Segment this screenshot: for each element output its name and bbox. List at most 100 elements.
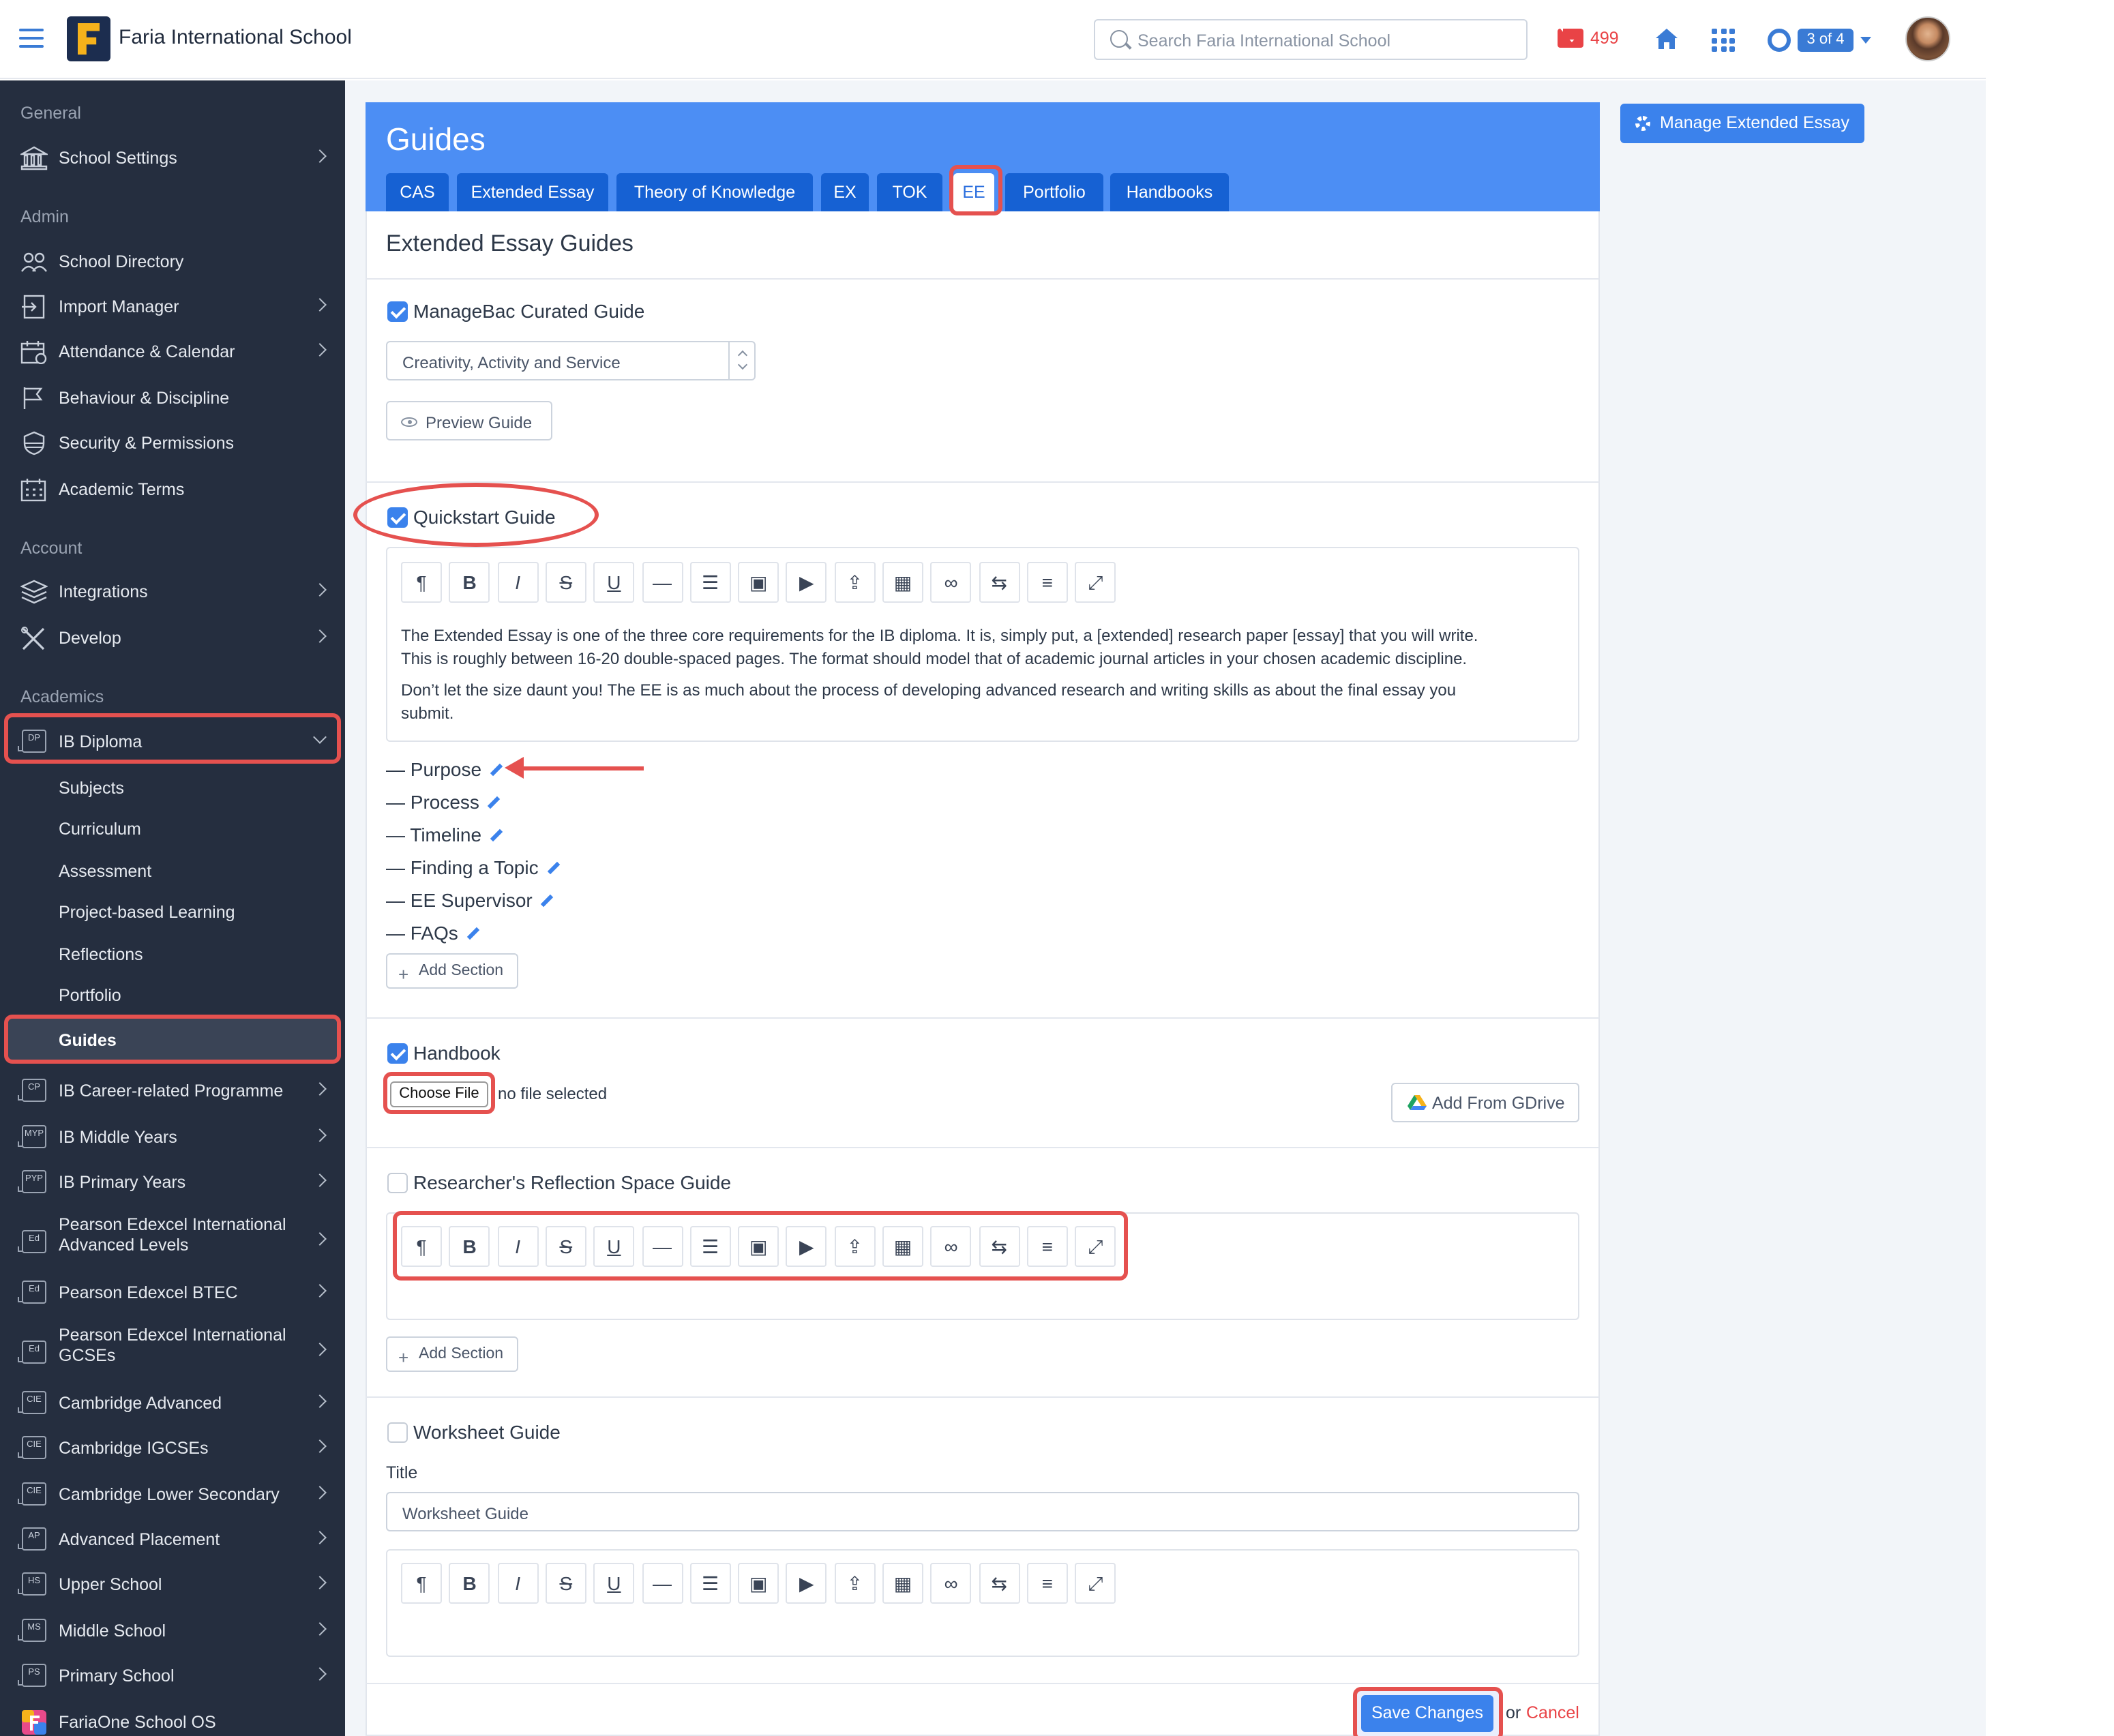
sidebar-item-ib-career-related[interactable]: CP IB Career-related Programme xyxy=(0,1071,345,1111)
avatar[interactable] xyxy=(1905,16,1950,61)
sidebar-item-advanced-placement[interactable]: AP Advanced Placement xyxy=(0,1519,345,1560)
pencil-edit-icon[interactable] xyxy=(488,796,501,809)
school-logo[interactable] xyxy=(67,16,110,61)
curated-guide-select[interactable]: Creativity, Activity and Service xyxy=(386,341,756,380)
mail-count[interactable]: 499 xyxy=(1590,29,1619,48)
section-link-purpose[interactable]: — Purpose xyxy=(386,758,503,780)
sidebar-item-cambridge-advanced[interactable]: CIE Cambridge Advanced xyxy=(0,1383,345,1424)
bold-icon[interactable]: B xyxy=(449,1563,490,1604)
upload-icon[interactable]: ⇪ xyxy=(834,1226,876,1267)
worksheet-guide-checkbox[interactable] xyxy=(387,1422,408,1443)
sidebar-item-cambridge-lower-secondary[interactable]: CIE Cambridge Lower Secondary xyxy=(0,1474,345,1515)
sidebar-item-pearson-ial[interactable]: Ed Pearson Edexcel International Advanced… xyxy=(0,1215,345,1270)
chevron-down-icon[interactable] xyxy=(1860,37,1871,44)
italic-icon[interactable]: I xyxy=(497,1226,539,1267)
pencil-edit-icon[interactable] xyxy=(466,927,480,940)
worksheet-title-input[interactable]: Worksheet Guide xyxy=(386,1492,1579,1531)
strikethrough-icon[interactable]: S xyxy=(545,1226,586,1267)
tab-tok[interactable]: TOK xyxy=(877,173,942,211)
help-lifebuoy-icon[interactable] xyxy=(1768,29,1791,52)
save-changes-button[interactable]: Save Changes xyxy=(1361,1695,1493,1732)
tab-handbooks[interactable]: Handbooks xyxy=(1110,173,1229,211)
expand-icon[interactable]: ⤢ xyxy=(1075,562,1116,603)
underline-icon[interactable]: U xyxy=(593,1226,635,1267)
sidebar-subitem-assessment[interactable]: Assessment xyxy=(59,862,151,881)
sidebar-item-fariaone[interactable]: FariaOne School OS xyxy=(0,1702,345,1736)
choose-file-button[interactable]: Choose File xyxy=(390,1081,488,1107)
underline-icon[interactable]: U xyxy=(593,1563,635,1604)
apps-grid-icon[interactable] xyxy=(1712,29,1735,52)
list-icon[interactable]: ☰ xyxy=(689,1563,731,1604)
sidebar-item-ib-diploma[interactable]: DP IB Diploma xyxy=(0,721,345,762)
add-section-button[interactable]: + Add Section xyxy=(386,953,518,989)
sidebar-item-ib-primary-years[interactable]: PYP IB Primary Years xyxy=(0,1162,345,1203)
table-icon[interactable]: ▦ xyxy=(882,562,923,603)
upload-icon[interactable]: ⇪ xyxy=(834,562,876,603)
section-link-process[interactable]: — Process xyxy=(386,791,501,813)
section-link-timeline[interactable]: — Timeline xyxy=(386,824,503,845)
paragraph-icon[interactable]: ¶ xyxy=(401,1563,442,1604)
sidebar-item-primary-school[interactable]: PS Primary School xyxy=(0,1656,345,1696)
pencil-edit-icon[interactable] xyxy=(490,828,503,841)
align-icon[interactable]: ≡ xyxy=(1026,1563,1068,1604)
manage-extended-essay-button[interactable]: Manage Extended Essay xyxy=(1620,104,1864,143)
sidebar-item-cambridge-igcses[interactable]: CIE Cambridge IGCSEs xyxy=(0,1428,345,1469)
sidebar-subitem-guides[interactable]: Guides xyxy=(59,1031,117,1050)
sidebar-item-school-settings[interactable]: School Settings xyxy=(0,138,345,179)
image-icon[interactable]: ▣ xyxy=(738,562,779,603)
list-icon[interactable]: ☰ xyxy=(689,1226,731,1267)
video-icon[interactable]: ▶ xyxy=(786,1226,827,1267)
strikethrough-icon[interactable]: S xyxy=(545,1563,586,1604)
sidebar-item-middle-school[interactable]: MS Middle School xyxy=(0,1611,345,1651)
expand-icon[interactable]: ⤢ xyxy=(1075,1226,1116,1267)
video-icon[interactable]: ▶ xyxy=(786,562,827,603)
sidebar-subitem-portfolio[interactable]: Portfolio xyxy=(59,986,121,1005)
sidebar-item-pearson-btec[interactable]: Ed Pearson Edexcel BTEC xyxy=(0,1272,345,1313)
table-icon[interactable]: ▦ xyxy=(882,1226,923,1267)
pencil-edit-icon[interactable] xyxy=(541,894,554,907)
home-icon[interactable] xyxy=(1654,27,1679,50)
paragraph-icon[interactable]: ¶ xyxy=(401,562,442,603)
tab-cas[interactable]: CAS xyxy=(386,173,449,211)
sidebar-item-academic-terms[interactable]: Academic Terms xyxy=(0,469,345,510)
curated-guide-checkbox[interactable] xyxy=(387,301,408,322)
sidebar-item-security-permissions[interactable]: Security & Permissions xyxy=(0,423,345,464)
table-icon[interactable]: ▦ xyxy=(882,1563,923,1604)
handbook-checkbox[interactable] xyxy=(387,1043,408,1064)
sidebar-item-import-manager[interactable]: Import Manager xyxy=(0,286,345,327)
sidebar-item-behaviour-discipline[interactable]: Behaviour & Discipline xyxy=(0,378,345,419)
sidebar-item-integrations[interactable]: Integrations xyxy=(0,571,345,612)
link-icon[interactable]: ∞ xyxy=(930,1226,972,1267)
pencil-edit-icon[interactable] xyxy=(547,861,560,874)
pencil-edit-icon[interactable] xyxy=(490,763,503,776)
strikethrough-icon[interactable]: S xyxy=(545,562,586,603)
horizontal-rule-icon[interactable]: — xyxy=(642,1226,683,1267)
align-icon[interactable]: ≡ xyxy=(1026,1226,1068,1267)
align-icon[interactable]: ≡ xyxy=(1026,562,1068,603)
sidebar-item-ib-middle-years[interactable]: MYP IB Middle Years xyxy=(0,1117,345,1158)
link-icon[interactable]: ∞ xyxy=(930,1563,972,1604)
swap-icon[interactable]: ⇆ xyxy=(979,1563,1020,1604)
cancel-link[interactable]: Cancel xyxy=(1526,1703,1579,1722)
link-icon[interactable]: ∞ xyxy=(930,562,972,603)
expand-icon[interactable]: ⤢ xyxy=(1075,1563,1116,1604)
list-icon[interactable]: ☰ xyxy=(689,562,731,603)
search-input[interactable]: Search Faria International School xyxy=(1094,19,1528,60)
italic-icon[interactable]: I xyxy=(497,562,539,603)
section-link-ee-supervisor[interactable]: — EE Supervisor xyxy=(386,889,554,911)
swap-icon[interactable]: ⇆ xyxy=(979,1226,1020,1267)
school-name[interactable]: Faria International School xyxy=(119,26,352,49)
add-from-gdrive-button[interactable]: Add From GDrive xyxy=(1391,1083,1579,1122)
section-link-finding-a-topic[interactable]: — Finding a Topic xyxy=(386,856,561,878)
swap-icon[interactable]: ⇆ xyxy=(979,562,1020,603)
researcher-guide-checkbox[interactable] xyxy=(387,1173,408,1193)
sidebar-subitem-project-based-learning[interactable]: Project-based Learning xyxy=(59,903,235,922)
sidebar-item-upper-school[interactable]: HS Upper School xyxy=(0,1564,345,1605)
horizontal-rule-icon[interactable]: — xyxy=(642,562,683,603)
quickstart-guide-checkbox[interactable] xyxy=(387,507,408,528)
page-indicator-badge[interactable]: 3 of 4 xyxy=(1798,29,1854,52)
italic-icon[interactable]: I xyxy=(497,1563,539,1604)
tab-ex[interactable]: EX xyxy=(821,173,869,211)
sidebar-subitem-subjects[interactable]: Subjects xyxy=(59,779,124,798)
add-section-button[interactable]: + Add Section xyxy=(386,1336,518,1372)
